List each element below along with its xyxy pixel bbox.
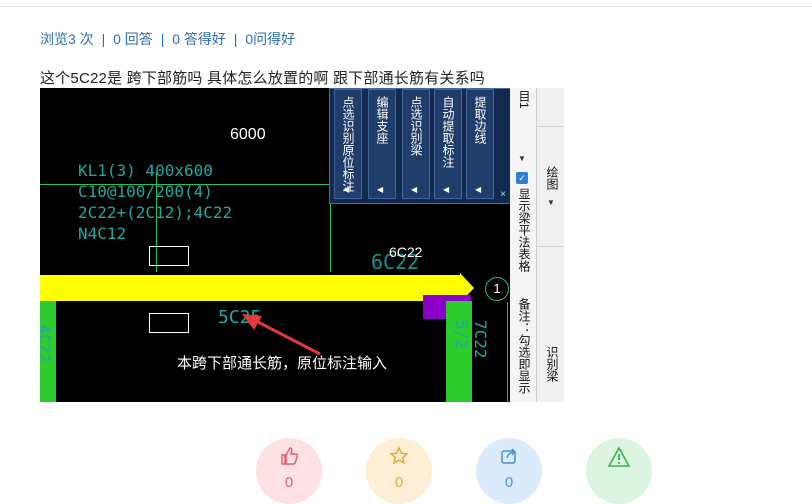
favorite-count: 0 <box>394 474 404 491</box>
beam-label: KL1(3) 400x600 C10@100/200(4) 2C22+(2C12… <box>78 160 232 244</box>
draw-tab[interactable]: 绘图 <box>544 166 561 190</box>
panel-button-label: 编辑支座 <box>375 96 389 144</box>
favorite-button[interactable]: 0 <box>366 438 432 504</box>
caret-icon: ◀ <box>443 185 450 194</box>
divider <box>537 246 564 247</box>
question-text: 这个5C22是 跨下部筋吗 具体怎么放置的啊 跟下部通长筋有关系吗 <box>40 70 485 87</box>
report-button[interactable] <box>586 438 652 504</box>
span-length: 6000 <box>230 126 266 143</box>
views-count: 浏览3 次 <box>40 31 94 47</box>
selected-beam[interactable] <box>40 275 460 301</box>
panel-button-label: 点选识别梁 <box>409 96 423 156</box>
panel-button[interactable]: 编辑支座 ◀ <box>368 89 396 199</box>
beam-label-line: C10@100/200(4) <box>78 182 213 201</box>
toolbar-column: 目1 ▼ ✓ 显示梁平法表格 备注：勾选即显示 <box>510 88 537 402</box>
separator: | <box>233 31 238 47</box>
toolbar-column: 绘图 ▼ 识别梁 <box>537 88 564 402</box>
note-label: 备注：勾选即显示 <box>517 298 531 394</box>
grid-line <box>507 302 508 402</box>
thumbs-up-icon <box>256 446 322 472</box>
panel-button[interactable]: 提取边线 ◀ <box>466 89 494 199</box>
chevron-down-icon[interactable]: ▼ <box>518 154 526 163</box>
beam-label-line: KL1(3) 400x600 <box>78 161 213 180</box>
like-button[interactable]: 0 <box>256 438 322 504</box>
share-button[interactable]: 0 <box>476 438 542 504</box>
chevron-down-icon[interactable]: ▼ <box>547 198 555 207</box>
axis-number: 1 <box>485 277 509 301</box>
rebar-marker-box <box>149 246 189 266</box>
close-icon[interactable]: × <box>500 189 506 200</box>
caret-icon: ◀ <box>377 185 384 194</box>
caret-icon: ◀ <box>343 185 350 194</box>
caret-icon: ◀ <box>475 185 482 194</box>
separator: | <box>101 31 106 47</box>
caret-icon: ◀ <box>411 185 418 194</box>
rebar-marker-box <box>149 313 189 333</box>
panel-button[interactable]: 点选识别原位标注 ◀ <box>334 89 362 199</box>
like-count: 0 <box>284 474 294 491</box>
show-table-label: 显示梁平法表格 <box>517 188 531 272</box>
identify-beam-tab[interactable]: 识别梁 <box>544 346 561 382</box>
annotation-text: 本跨下部通长筋，原位标注输入 <box>177 355 388 372</box>
answers-count[interactable]: 0 回答 <box>113 31 153 47</box>
helpful-count: 0问得好 <box>245 31 296 47</box>
panel-button[interactable]: 点选识别梁 ◀ <box>402 89 430 199</box>
panel-button-label: 提取边线 <box>473 96 487 144</box>
star-icon <box>366 446 432 472</box>
beam-label-line: 2C22+(2C12);4C22 <box>78 203 233 222</box>
separator: | <box>160 31 165 47</box>
checkbox[interactable]: ✓ <box>516 172 528 184</box>
share-icon <box>476 446 542 472</box>
right-toolbar: 目1 ▼ ✓ 显示梁平法表格 备注：勾选即显示 绘图 ▼ 识别梁 <box>510 88 564 402</box>
right-column-rebar: 7C22 5/2 <box>452 320 490 359</box>
tab-label[interactable]: 目1 <box>516 90 533 109</box>
divider <box>537 126 564 127</box>
panel-button-label: 点选识别原位标注 <box>341 96 355 192</box>
top-rebar-label: 6C22 <box>389 244 423 260</box>
tool-panel: 点选识别原位标注 ◀ 编辑支座 ◀ 点选识别梁 ◀ 自动提取标注 ◀ 提取边线 … <box>329 88 511 204</box>
grid-line <box>330 200 331 272</box>
beam-label-line: N4C12 <box>78 224 127 243</box>
panel-button-label: 自动提取标注 <box>441 96 455 168</box>
share-count: 0 <box>504 474 514 491</box>
warning-icon <box>586 446 652 474</box>
good-answers-count: 0 答得好 <box>172 31 226 47</box>
question-stats: 浏览3 次 | 0 回答 | 0 答得好 | 0问得好 <box>40 29 295 49</box>
top-divider <box>0 6 812 7</box>
left-column-rebar: 4C22 <box>40 324 54 363</box>
panel-button[interactable]: 自动提取标注 ◀ <box>434 89 462 199</box>
question-screenshot: 6000 KL1(3) 400x600 C10@100/200(4) 2C22+… <box>40 88 564 402</box>
